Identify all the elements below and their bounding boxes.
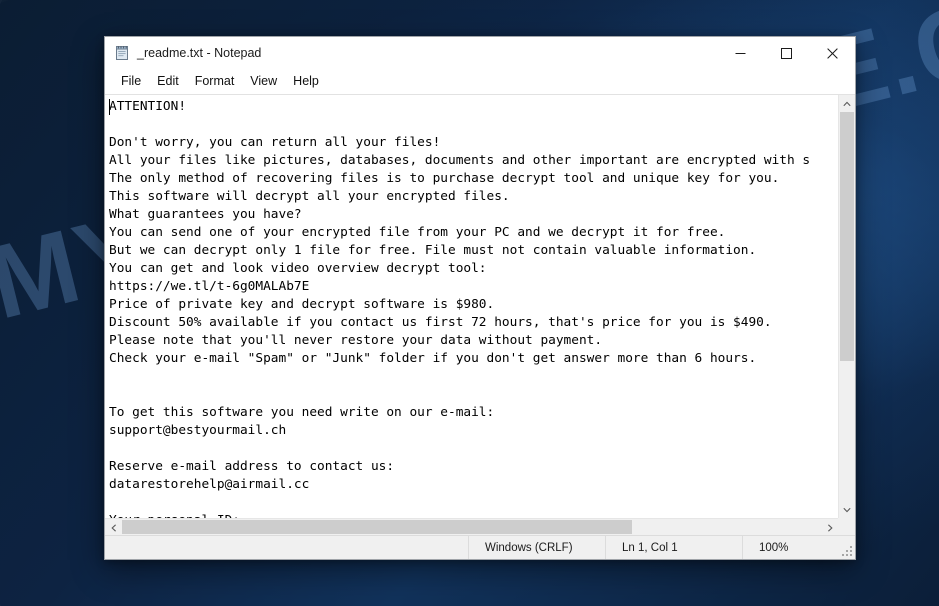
editor-line: Discount 50% available if you contact us… xyxy=(109,315,772,330)
status-cursor-position: Ln 1, Col 1 xyxy=(606,536,743,559)
chevron-right-icon xyxy=(827,523,833,532)
grip-dot xyxy=(846,554,848,556)
status-zoom-level: 100% xyxy=(759,541,789,554)
editor-line: The only method of recovering files is t… xyxy=(109,171,780,186)
editor-line: support@bestyourmail.ch xyxy=(109,423,287,438)
editor-line: Don't worry, you can return all your fil… xyxy=(109,135,441,150)
window-titlebar[interactable]: _readme.txt - Notepad xyxy=(105,37,855,69)
grip-dot xyxy=(842,554,844,556)
chevron-left-icon xyxy=(110,523,116,532)
editor-line: Price of private key and decrypt softwar… xyxy=(109,297,495,312)
maximize-icon xyxy=(780,47,792,59)
notepad-icon xyxy=(114,45,130,61)
editor-area: ATTENTION! Don't worry, you can return a… xyxy=(105,94,855,536)
grip-dot xyxy=(850,550,852,552)
close-button[interactable] xyxy=(809,37,855,69)
menu-item-file[interactable]: File xyxy=(113,70,149,92)
editor-line: You can send one of your encrypted file … xyxy=(109,225,726,240)
chevron-down-icon xyxy=(843,507,851,512)
status-spacer xyxy=(105,536,469,559)
window-title: _readme.txt - Notepad xyxy=(137,46,262,60)
menu-item-view[interactable]: View xyxy=(242,70,285,92)
scroll-left-button[interactable] xyxy=(105,519,122,536)
resize-grip-icon[interactable] xyxy=(840,544,852,556)
menu-item-format[interactable]: Format xyxy=(187,70,243,92)
menu-item-help[interactable]: Help xyxy=(285,70,327,92)
vertical-scroll-track[interactable] xyxy=(839,112,855,501)
maximize-button[interactable] xyxy=(763,37,809,69)
vertical-scroll-thumb[interactable] xyxy=(840,112,854,361)
editor-content: ATTENTION! Don't worry, you can return a… xyxy=(109,98,838,518)
editor-line: What guarantees you have? xyxy=(109,207,302,222)
editor-line: datarestorehelp@airmail.cc xyxy=(109,477,310,492)
editor-line: Your personal ID: xyxy=(109,512,838,518)
editor-line: Please note that you'll never restore yo… xyxy=(109,333,603,348)
text-editor[interactable]: ATTENTION! Don't worry, you can return a… xyxy=(105,95,838,518)
horizontal-scrollbar[interactable] xyxy=(105,518,838,536)
editor-line: But we can decrypt only 1 file for free.… xyxy=(109,243,757,258)
editor-line: To get this software you need write on o… xyxy=(109,405,495,420)
menu-bar: File Edit Format View Help xyxy=(105,69,855,94)
menu-item-edit[interactable]: Edit xyxy=(149,70,187,92)
grip-dot xyxy=(846,550,848,552)
desktop: MYANTISPYWARE.COM _readme.txt - Notepad xyxy=(0,0,939,606)
window-controls xyxy=(717,37,855,69)
editor-line: All your files like pictures, databases,… xyxy=(109,153,811,168)
status-bar: Windows (CRLF) Ln 1, Col 1 100% xyxy=(105,535,855,559)
status-line-ending: Windows (CRLF) xyxy=(469,536,606,559)
minimize-button[interactable] xyxy=(717,37,763,69)
editor-line: You can get and look video overview decr… xyxy=(109,261,487,276)
editor-line: ATTENTION! xyxy=(109,99,187,114)
text-caret xyxy=(109,99,110,115)
horizontal-scroll-thumb[interactable] xyxy=(122,520,633,534)
minimize-icon xyxy=(735,52,745,54)
vertical-scrollbar[interactable] xyxy=(838,95,855,518)
editor-line: Reserve e-mail address to contact us: xyxy=(109,459,395,474)
scroll-up-button[interactable] xyxy=(839,95,855,112)
grip-dot xyxy=(850,554,852,556)
editor-line: https://we.tl/t-6g0MALAb7E xyxy=(109,279,310,294)
scroll-right-button[interactable] xyxy=(821,519,838,536)
grip-dot xyxy=(850,546,852,548)
horizontal-scroll-track[interactable] xyxy=(122,519,821,535)
close-icon xyxy=(826,47,838,59)
editor-line: Check your e-mail "Spam" or "Junk" folde… xyxy=(109,351,757,366)
chevron-up-icon xyxy=(843,101,851,106)
scrollbar-corner xyxy=(838,518,855,535)
scroll-down-button[interactable] xyxy=(839,501,855,518)
notepad-window: _readme.txt - Notepad File Edit Format V… xyxy=(104,36,856,560)
editor-line: This software will decrypt all your encr… xyxy=(109,189,510,204)
